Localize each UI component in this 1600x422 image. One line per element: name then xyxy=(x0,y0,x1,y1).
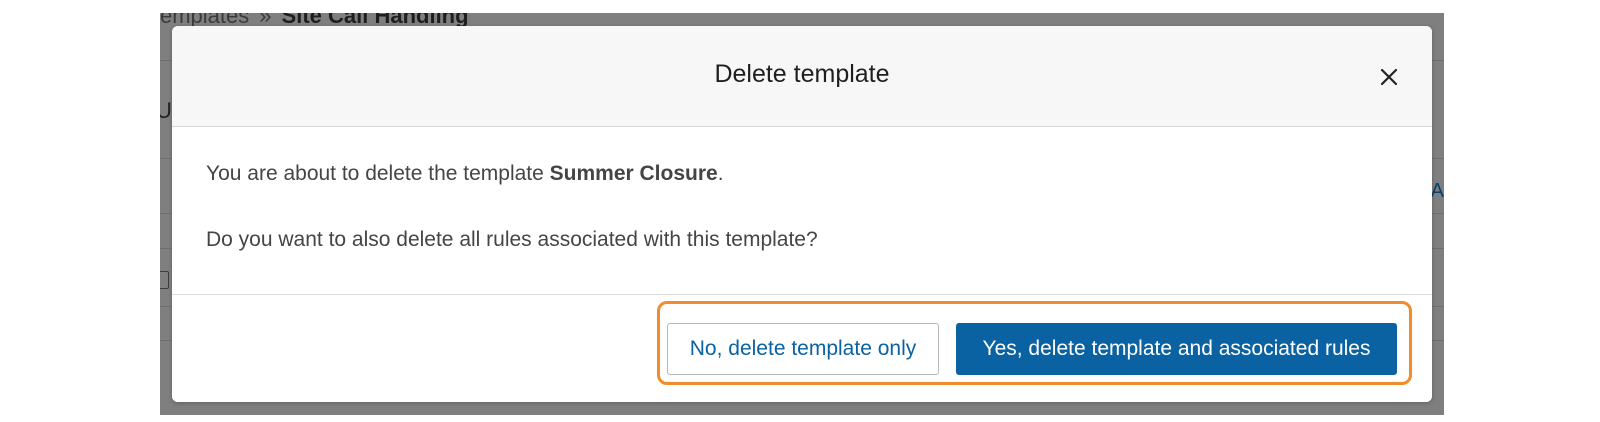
delete-template-and-rules-button[interactable]: Yes, delete template and associated rule… xyxy=(956,323,1397,375)
dialog-title: Delete template xyxy=(714,60,890,88)
message-suffix: . xyxy=(717,162,724,185)
background-partial-text-right: A xyxy=(1430,180,1444,202)
message-prefix: You are about to delete the template xyxy=(206,162,550,185)
close-button[interactable] xyxy=(1374,62,1404,92)
trash-icon xyxy=(160,271,169,289)
screen: emplates» Site Call Handling U A Delete t… xyxy=(0,0,1600,422)
background-partial-text-left: U xyxy=(160,98,172,123)
dialog-body: You are about to delete the template Sum… xyxy=(206,159,1398,255)
template-name: Summer Closure xyxy=(549,162,718,185)
delete-rules-question: Do you want to also delete all rules ass… xyxy=(206,228,818,251)
close-icon xyxy=(1380,68,1398,86)
delete-confirmation-message: You are about to delete the template Sum… xyxy=(206,159,1398,189)
dialog-header: Delete template xyxy=(172,26,1432,127)
delete-template-only-button[interactable]: No, delete template only xyxy=(667,323,939,375)
